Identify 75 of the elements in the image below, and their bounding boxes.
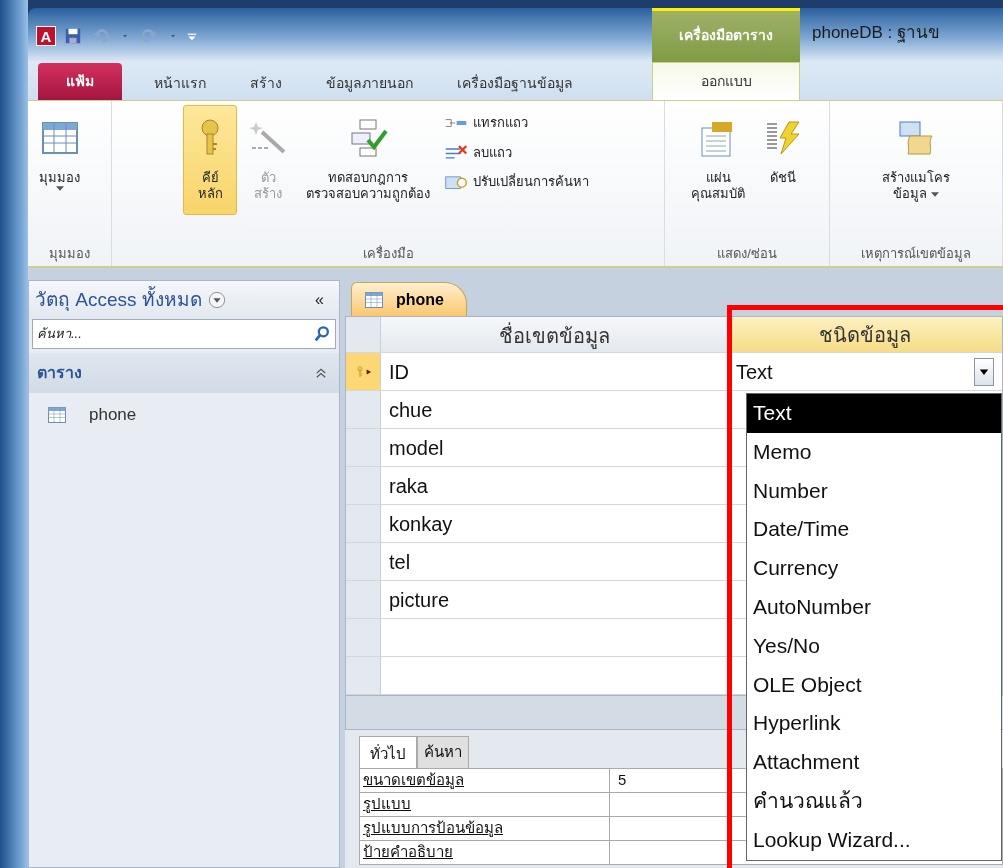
group-label: แสดง/ซ่อน: [716, 245, 778, 263]
property-tab[interactable]: ทั่วไป: [359, 736, 417, 768]
row-selector[interactable]: [346, 581, 381, 618]
row-selector[interactable]: [346, 505, 381, 542]
ribbon-button[interactable]: คีย์ หลัก: [183, 105, 237, 215]
row-selector[interactable]: [346, 619, 381, 656]
property-tab[interactable]: ค้นหา: [417, 736, 469, 768]
ribbon-tab[interactable]: ข้อมูลภายนอก: [314, 67, 425, 100]
field-name[interactable]: konkay: [381, 505, 728, 542]
row-selector[interactable]: [346, 353, 381, 390]
field-name[interactable]: tel: [381, 543, 728, 580]
ribbon-tab[interactable]: แฟ้ม: [38, 63, 122, 100]
data-type-field[interactable]: Text: [736, 356, 773, 387]
ribbon-tab[interactable]: ออกแบบ: [652, 62, 800, 100]
undo-icon: [90, 27, 112, 45]
ribbon-button[interactable]: ทดสอบกฎการ ตรวจสอบความถูกต้อง: [299, 105, 437, 215]
field-name[interactable]: picture: [381, 581, 728, 618]
field-name[interactable]: chue: [381, 391, 728, 428]
ribbon-tab[interactable]: เครื่องมือฐานข้อมูล: [445, 67, 585, 100]
field-name[interactable]: model: [381, 429, 728, 466]
document-tab[interactable]: phone: [351, 282, 467, 316]
save-icon: [64, 27, 82, 45]
group-label: มุมมอง: [48, 245, 91, 264]
dropdown-option[interactable]: Number: [747, 471, 1001, 511]
app-logo: A: [36, 26, 56, 46]
collapse-icon: [315, 366, 327, 380]
nav-item[interactable]: phone: [29, 393, 339, 437]
row-selector[interactable]: [346, 543, 381, 580]
window-title: phoneDB : ฐานข: [811, 22, 941, 45]
dropdown-icon: [207, 291, 226, 309]
dropdown-option[interactable]: Date/Time: [747, 510, 1001, 550]
property-label: รูปแบบการป้อนข้อมูล: [360, 816, 610, 840]
pane-title: วัตถุ Access ทั้งหมด: [35, 285, 202, 313]
field-name[interactable]: raka: [381, 467, 728, 504]
dropdown-option[interactable]: OLE Object: [747, 665, 1001, 705]
property-label: ขนาดเขตข้อมูล: [360, 768, 610, 792]
dropdown-button[interactable]: [974, 357, 994, 386]
group-label: เหตุการณ์เขตข้อมูล: [860, 245, 972, 264]
row-selector[interactable]: [346, 657, 381, 694]
dropdown-option[interactable]: Lookup Wizard...: [747, 820, 1001, 860]
ribbon-button[interactable]: ปรับเปลี่ยนการค้นหา: [441, 168, 593, 196]
ribbon-button[interactable]: แทรกแถว: [441, 109, 593, 137]
row-selector[interactable]: [346, 429, 381, 466]
table-icon: [45, 405, 69, 425]
ribbon-button[interactable]: มุมมอง: [32, 105, 87, 215]
ribbon-tab[interactable]: หน้าแรก: [142, 67, 218, 100]
rules-check-icon: [348, 118, 388, 158]
ribbon-tab[interactable]: สร้าง: [238, 67, 294, 100]
dropdown-option[interactable]: Currency: [747, 549, 1001, 588]
context-tab-label: เครื่องมือตาราง: [652, 8, 800, 62]
redo-icon: [138, 27, 160, 45]
dropdown-option[interactable]: Hyperlink: [747, 704, 1001, 744]
ribbon-button[interactable]: ดัชนี: [756, 105, 810, 215]
macro-icon: [896, 118, 936, 158]
field-name[interactable]: ID: [381, 353, 728, 390]
ribbon-button[interactable]: สร้างแมโคร ข้อมูล: [875, 105, 957, 215]
group-label: เครื่องมือ: [361, 244, 415, 263]
row-selector[interactable]: [346, 467, 381, 504]
dropdown-option[interactable]: Text: [747, 394, 1001, 433]
key-icon: [354, 363, 366, 380]
ribbon-button[interactable]: แผ่น คุณสมบัติ: [684, 105, 752, 215]
collapse-button[interactable]: «: [314, 287, 325, 313]
dropdown-option[interactable]: Yes/No: [747, 626, 1001, 666]
dropdown-option[interactable]: AutoNumber: [747, 588, 1001, 627]
property-label: ป้ายคำอธิบาย: [360, 840, 610, 864]
row-selector[interactable]: [346, 391, 381, 428]
table-icon: [362, 289, 386, 310]
property-label: รูปแบบ: [360, 792, 610, 816]
group-header[interactable]: ตาราง: [29, 353, 339, 393]
dropdown-option[interactable]: Memo: [747, 432, 1001, 472]
delete-rows-icon: [445, 143, 467, 162]
dropdown-option[interactable]: คำนวณแล้ว: [747, 781, 1001, 821]
dropdown-option[interactable]: Attachment: [747, 743, 1001, 782]
column-header: ชื่อเขตข้อมูล: [381, 317, 728, 352]
ribbon-button[interactable]: ลบแถว: [441, 138, 593, 166]
